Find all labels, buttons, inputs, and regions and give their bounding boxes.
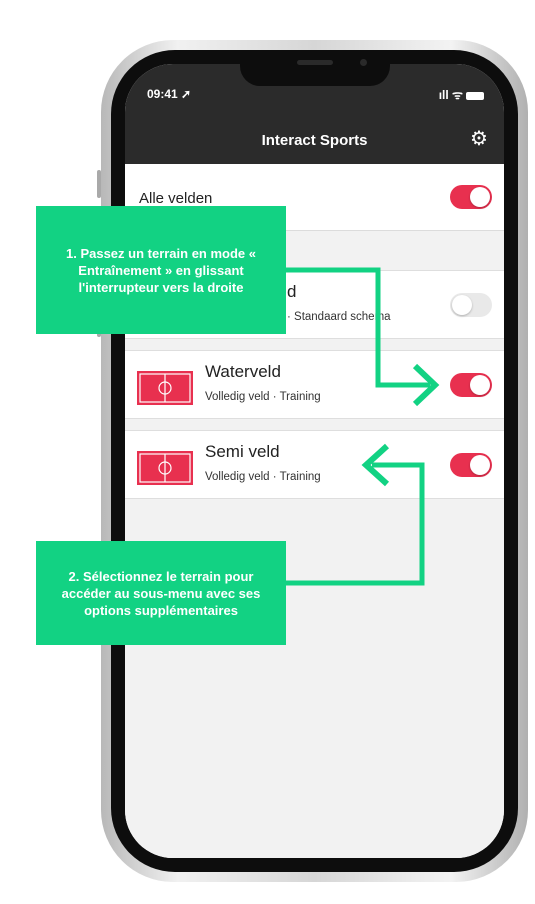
field-name: Waterveld [205, 362, 281, 381]
field-thumbnail [137, 451, 193, 485]
field-subtitle: Volledig veld · Training [205, 471, 321, 483]
field-toggle[interactable] [450, 453, 492, 477]
field-subtitle: · Standaard schema [287, 311, 391, 323]
all-fields-toggle[interactable] [450, 185, 492, 209]
app-title: Interact Sports [261, 132, 368, 149]
mute-switch [97, 170, 101, 198]
all-fields-label: Alle velden [139, 190, 213, 207]
field-subtitle: Volledig veld · Training [205, 391, 321, 403]
field-name: d [287, 282, 297, 301]
phone-screen: 09:41 ➚ ıll ᯤ Interact Sports ⚙ Alle vel… [125, 64, 504, 858]
callout-step2: 2. Sélectionnez le terrain pour accéder … [36, 541, 286, 645]
camera-icon [360, 59, 367, 66]
field-toggle[interactable] [450, 373, 492, 397]
list-item[interactable]: Semi veld Volledig veld · Training [125, 430, 504, 499]
callout-step1: 1. Passez un terrain en mode « Entraînem… [36, 206, 286, 334]
field-toggle[interactable] [450, 293, 492, 317]
phone-notch [240, 54, 390, 86]
list-item[interactable]: Waterveld Volledig veld · Training [125, 350, 504, 419]
gear-icon[interactable]: ⚙ [468, 128, 490, 150]
status-time: 09:41 ➚ [147, 87, 192, 101]
battery-icon [466, 91, 484, 100]
status-icons: ıll ᯤ [439, 86, 484, 103]
speaker-icon [297, 60, 333, 65]
field-thumbnail [137, 371, 193, 405]
field-name: Semi veld [205, 442, 280, 461]
